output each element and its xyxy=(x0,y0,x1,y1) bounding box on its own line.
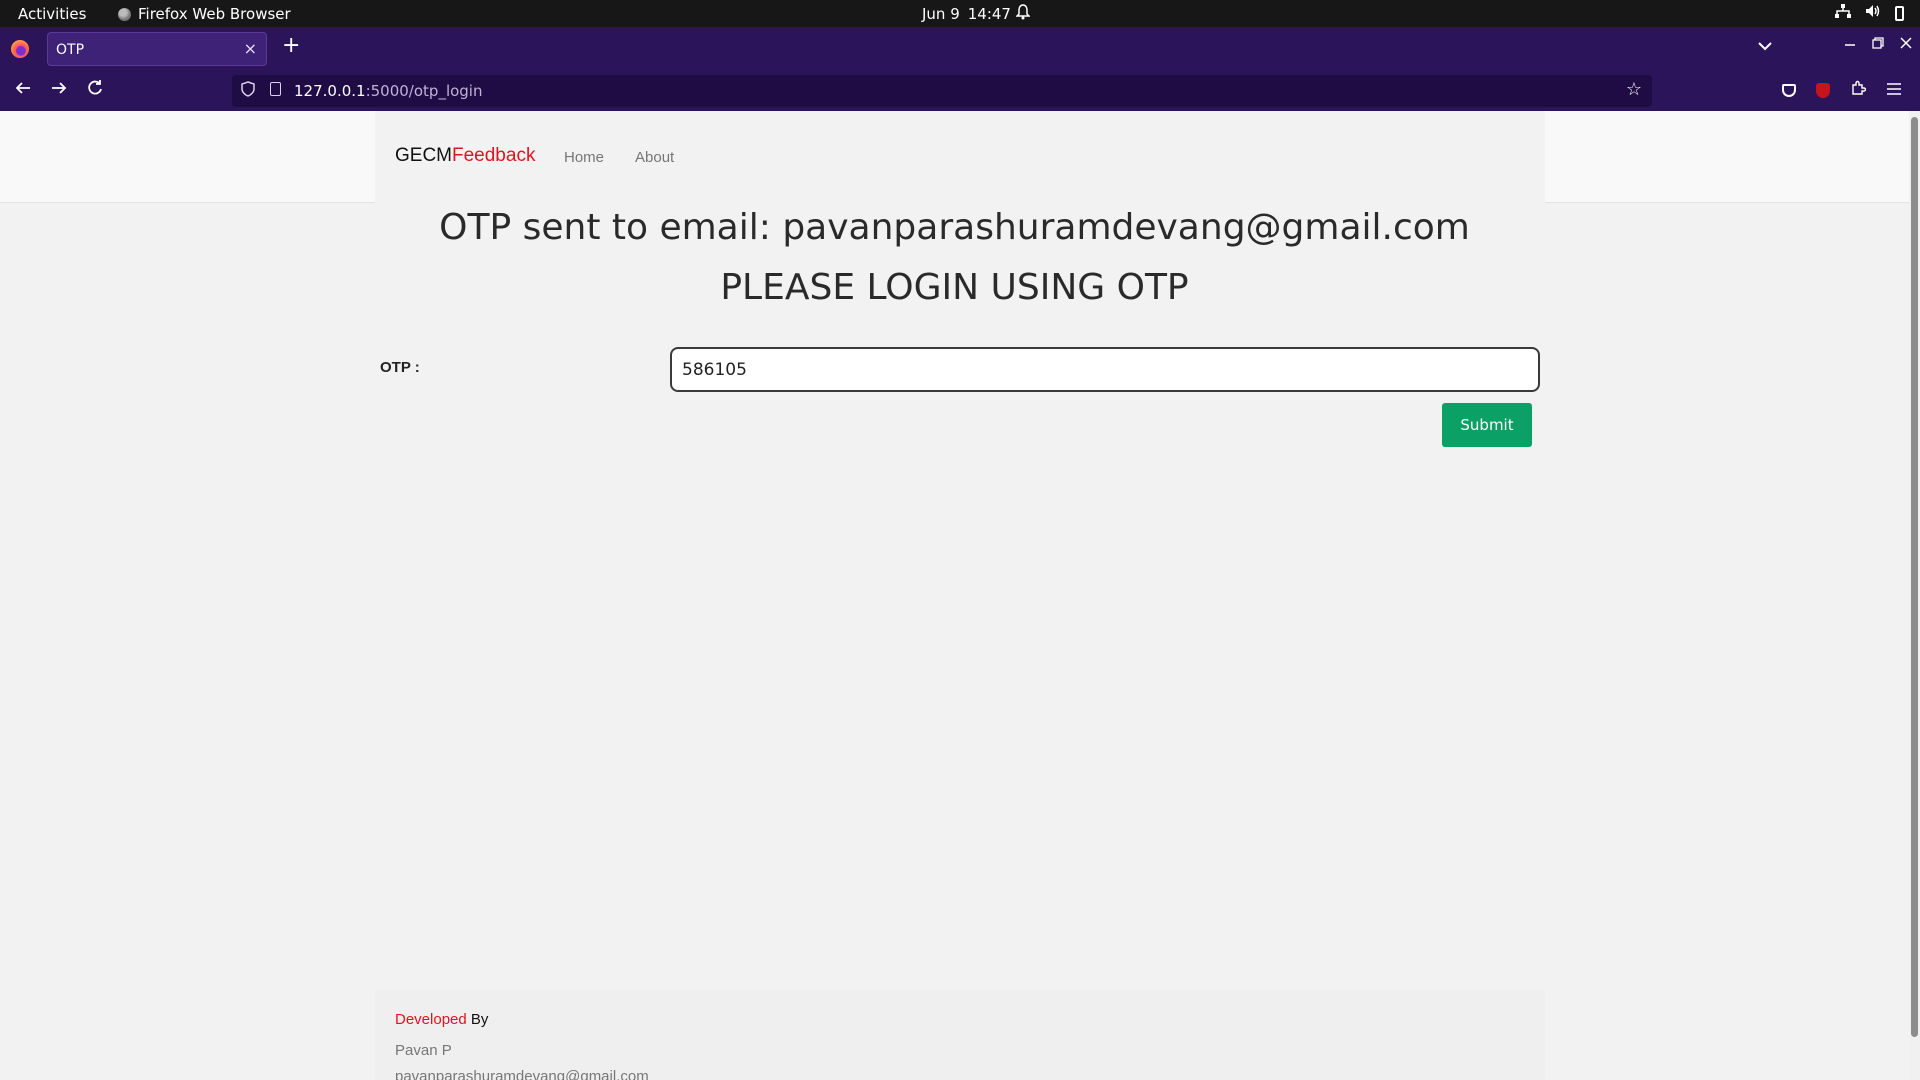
scrollbar-thumb[interactable] xyxy=(1911,117,1918,1037)
page-scrollbar[interactable] xyxy=(1909,111,1920,1080)
url-path: :5000/otp_login xyxy=(365,82,483,100)
activities-button[interactable]: Activities xyxy=(18,5,86,23)
close-window-icon[interactable] xyxy=(1900,35,1912,53)
battery-icon xyxy=(1895,5,1904,21)
submit-button[interactable]: Submit xyxy=(1442,403,1532,447)
restore-icon[interactable] xyxy=(1872,35,1884,53)
minimize-icon[interactable] xyxy=(1844,35,1856,53)
tab-strip: OTP × + xyxy=(0,27,1920,71)
developed-by: Developed By xyxy=(395,1011,488,1028)
address-bar[interactable]: 127.0.0.1:5000/otp_login ☆ xyxy=(232,75,1652,107)
list-all-tabs-icon[interactable] xyxy=(1758,39,1772,55)
login-instruction-heading: PLEASE LOGIN USING OTP xyxy=(720,267,1189,308)
nav-home-link[interactable]: Home xyxy=(564,149,604,166)
volume-icon xyxy=(1865,4,1881,22)
bookmark-star-icon[interactable]: ☆ xyxy=(1626,79,1642,100)
author-email: pavanparashuramdevang@gmail.com xyxy=(395,1068,649,1080)
clock-time: 14:47 xyxy=(967,5,1011,23)
page-viewport: GECMFeedback Home About OTP sent to emai… xyxy=(0,111,1909,1080)
otp-input[interactable] xyxy=(670,347,1540,392)
forward-arrow-icon[interactable] xyxy=(50,79,68,103)
footer-container: Developed By Pavan P pavanparashuramdeva… xyxy=(375,989,1545,1080)
network-icon xyxy=(1835,4,1851,22)
by-word: By xyxy=(466,1011,489,1028)
navigation-toolbar: 127.0.0.1:5000/otp_login ☆ xyxy=(0,71,1920,111)
toolbar-extensions xyxy=(1782,80,1902,100)
notification-bell-icon xyxy=(1015,4,1031,24)
firefox-logo-icon xyxy=(11,40,29,58)
app-menu[interactable]: Firefox Web Browser xyxy=(118,5,291,23)
url-text: 127.0.0.1:5000/otp_login xyxy=(294,82,482,100)
tab-otp[interactable]: OTP × xyxy=(47,32,267,66)
site-footer: Developed By Pavan P pavanparashuramdeva… xyxy=(0,989,1909,1080)
system-tray[interactable] xyxy=(1835,4,1904,22)
brand-accent: Feedback xyxy=(452,145,536,166)
firefox-small-icon xyxy=(118,7,131,21)
nav-about-link[interactable]: About xyxy=(635,149,674,166)
developed-word: Developed xyxy=(395,1011,467,1028)
pocket-icon[interactable] xyxy=(1782,83,1796,97)
new-tab-button[interactable]: + xyxy=(282,35,300,57)
tracking-protection-shield-icon[interactable] xyxy=(241,81,255,101)
ublock-origin-icon[interactable] xyxy=(1816,82,1830,98)
clock-date: Jun 9 xyxy=(922,5,960,23)
otp-sent-heading: OTP sent to email: pavanparashuramdevang… xyxy=(439,207,1470,248)
brand-logo[interactable]: GECMFeedback xyxy=(395,145,535,167)
clock[interactable]: Jun 9 14:47 xyxy=(922,5,1011,23)
back-arrow-icon[interactable] xyxy=(14,79,32,103)
tab-title: OTP xyxy=(56,42,85,58)
page-info-icon[interactable] xyxy=(270,82,281,96)
window-controls xyxy=(1844,35,1912,53)
author-name: Pavan P xyxy=(395,1042,452,1059)
reload-icon[interactable] xyxy=(86,79,104,103)
site-header: GECMFeedback Home About xyxy=(0,111,1909,203)
brand-primary: GECM xyxy=(395,145,452,166)
hamburger-menu-icon[interactable] xyxy=(1886,81,1902,100)
app-name: Firefox Web Browser xyxy=(138,5,291,23)
tab-close-icon[interactable]: × xyxy=(244,39,257,58)
system-top-bar: Activities Firefox Web Browser Jun 9 14:… xyxy=(0,0,1920,27)
url-host: 127.0.0.1 xyxy=(294,82,366,100)
extensions-puzzle-icon[interactable] xyxy=(1850,80,1867,100)
otp-label: OTP : xyxy=(380,359,420,376)
header-container: GECMFeedback Home About xyxy=(375,111,1545,203)
